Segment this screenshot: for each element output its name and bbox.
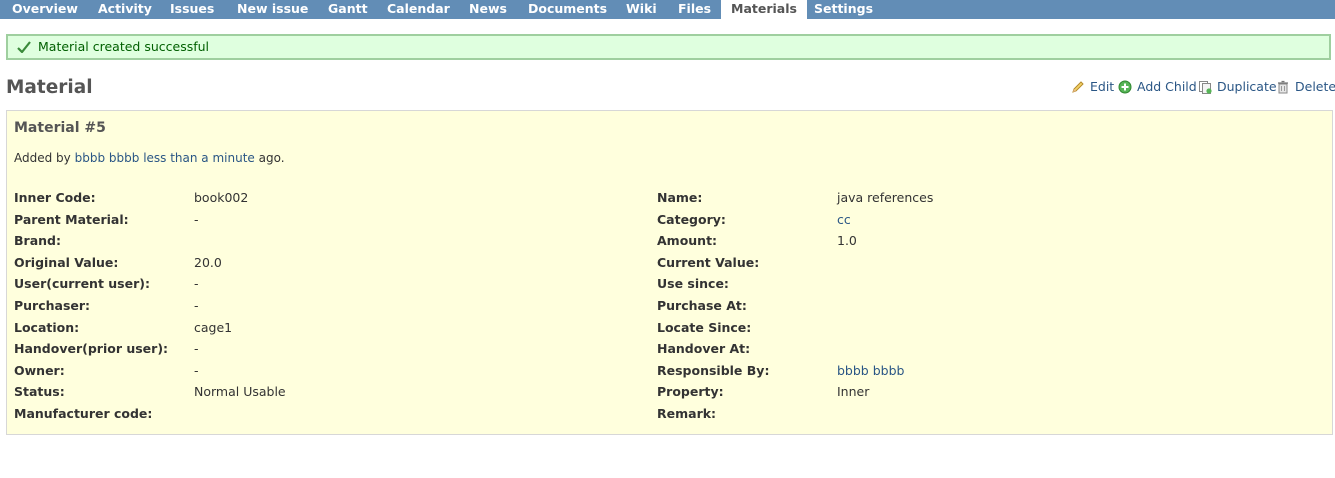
field-label-brand: Brand: (14, 233, 61, 248)
pencil-icon (1072, 81, 1084, 93)
field-value-original-value: 20.0 (194, 255, 222, 270)
add-icon (1118, 80, 1132, 94)
field-value-amount: 1.0 (837, 233, 857, 248)
tab-documents[interactable]: Documents (528, 0, 607, 19)
field-label-locate-since: Locate Since: (657, 320, 752, 335)
field-label-original-value: Original Value: (14, 255, 119, 270)
field-label-handover-prior-user: Handover(prior user): (14, 341, 169, 356)
field-label-category: Category: (657, 212, 726, 227)
delete-label: Delete (1295, 79, 1335, 94)
field-value-name: java references (837, 190, 934, 205)
field-value-inner-code: book002 (194, 190, 249, 205)
added-by-suffix: ago. (258, 151, 285, 165)
tab-calendar[interactable]: Calendar (387, 0, 450, 19)
field-label-user-current-user: User(current user): (14, 276, 150, 291)
flash-message: Material created successful (38, 39, 210, 54)
duplicate-icon (1199, 81, 1212, 94)
tab-wiki[interactable]: Wiki (626, 0, 657, 19)
project-tab-bar: Overview Activity Issues New issue Gantt… (0, 0, 1335, 20)
edit-label: Edit (1090, 79, 1115, 94)
author-link[interactable]: bbbb bbbb (75, 151, 140, 165)
field-value-purchaser: - (194, 298, 199, 313)
field-value-status: Normal Usable (194, 384, 286, 399)
tab-new-issue[interactable]: New issue (237, 0, 308, 19)
field-value-parent-material: - (194, 212, 199, 227)
field-label-purchaser: Purchaser: (14, 298, 91, 313)
field-label-use-since: Use since: (657, 276, 729, 291)
added-by-line: Added by bbbb bbbb less than a minute ag… (14, 151, 285, 165)
field-label-purchase-at: Purchase At: (657, 298, 747, 313)
field-value-responsible-by[interactable]: bbbb bbbb (837, 363, 904, 378)
field-label-location: Location: (14, 320, 80, 335)
field-value-category[interactable]: cc (837, 212, 851, 227)
field-label-responsible-by: Responsible By: (657, 363, 770, 378)
field-label-owner: Owner: (14, 363, 65, 378)
field-label-name: Name: (657, 190, 703, 205)
field-value-handover-prior-user: - (194, 341, 199, 356)
field-label-inner-code: Inner Code: (14, 190, 96, 205)
time-ago-link[interactable]: less than a minute (143, 151, 255, 165)
field-value-user-current-user: - (194, 276, 199, 291)
field-label-handover-at: Handover At: (657, 341, 751, 356)
field-label-amount: Amount: (657, 233, 718, 248)
add-child-label: Add Child (1137, 79, 1197, 94)
field-value-owner: - (194, 363, 199, 378)
field-value-property: Inner (837, 384, 870, 399)
field-value-location: cage1 (194, 320, 233, 335)
tab-news[interactable]: News (469, 0, 507, 19)
tab-gantt[interactable]: Gantt (328, 0, 368, 19)
contextual-actions: Edit Add Child Duplicate Delete (1071, 79, 1335, 95)
tab-issues[interactable]: Issues (170, 0, 214, 19)
duplicate-label: Duplicate (1217, 79, 1277, 94)
tab-materials[interactable]: Materials (721, 0, 807, 20)
field-label-remark: Remark: (657, 406, 717, 421)
flash-notice: Material created successful (6, 34, 1331, 60)
tab-activity[interactable]: Activity (98, 0, 152, 19)
tab-files[interactable]: Files (678, 0, 711, 19)
page-title: Material (6, 77, 93, 98)
field-label-property: Property: (657, 384, 724, 399)
material-heading: Material #5 (14, 120, 106, 136)
field-label-parent-material: Parent Material: (14, 212, 129, 227)
field-label-status: Status: (14, 384, 65, 399)
check-icon (17, 41, 31, 53)
tab-settings[interactable]: Settings (814, 0, 873, 19)
field-label-current-value: Current Value: (657, 255, 760, 270)
material-details-panel: Material #5 Added by bbbb bbbb less than… (6, 110, 1333, 435)
added-by-prefix: Added by (14, 151, 71, 165)
trash-icon (1278, 80, 1288, 94)
tab-overview[interactable]: Overview (12, 0, 78, 19)
field-label-manufacturer-code: Manufacturer code: (14, 406, 153, 421)
